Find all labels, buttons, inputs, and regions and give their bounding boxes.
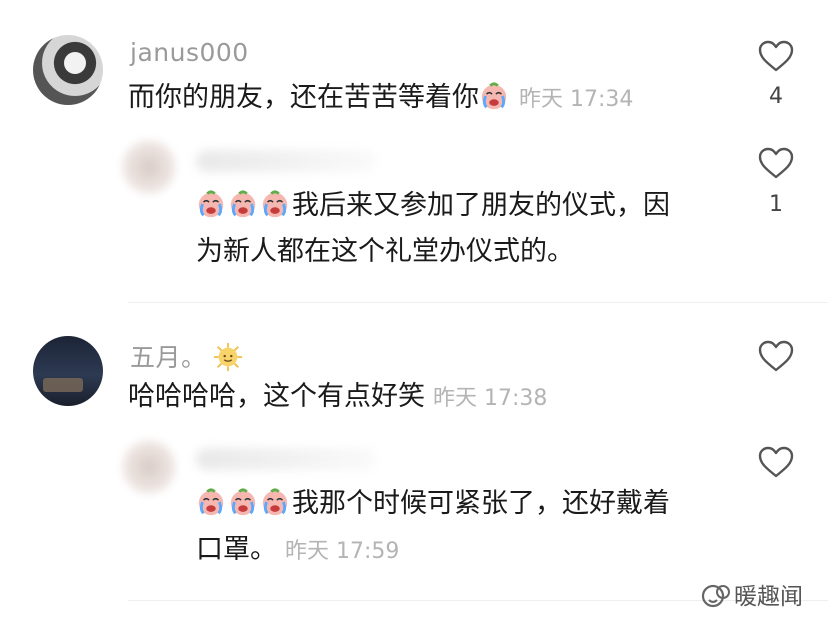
reply-avatar[interactable] [122, 440, 176, 494]
avatar-janus000[interactable] [33, 35, 103, 105]
comment-time: 昨天 17:34 [519, 87, 634, 112]
like-count: 1 [769, 192, 783, 217]
reply-text-line1: 我后来又参加了朋友的仪式，因 [292, 190, 670, 221]
avatar-wuyue[interactable] [33, 336, 103, 406]
crying-face-icon [198, 488, 224, 516]
sun-emoji-icon [213, 342, 242, 372]
reply-text-line2: 为新人都在这个礼堂办仪式的。 [196, 236, 574, 267]
comment-time: 昨天 17:38 [433, 386, 548, 411]
crying-face-icon [230, 190, 256, 218]
reply-text: 我那个时候可紧张了，还好戴着 [196, 480, 670, 528]
reply-text-line1: 我那个时候可紧张了，还好戴着 [292, 488, 670, 519]
crying-face-icon [262, 488, 288, 516]
comment-text: 而你的朋友，还在苦苦等着你 昨天 17:34 [128, 74, 633, 124]
reply-text: 我后来又参加了朋友的仪式，因 [196, 182, 670, 230]
reply-text-line2-row: 口罩。 昨天 17:59 [196, 526, 399, 576]
comment-username[interactable]: janus000 [130, 38, 249, 67]
reply-username-blurred [196, 448, 376, 470]
crying-face-icon [198, 190, 224, 218]
divider [128, 302, 828, 303]
reply-text-line2: 口罩。 [196, 534, 277, 565]
wechat-official-account-icon [701, 584, 730, 608]
reply-time: 昨天 17:59 [285, 539, 400, 564]
heart-icon[interactable] [758, 147, 794, 179]
heart-icon[interactable] [758, 40, 794, 72]
comment-body: 哈哈哈哈，这个有点好笑 [128, 381, 425, 412]
crying-face-icon [230, 488, 256, 516]
reply-username-blurred [196, 150, 376, 172]
heart-icon[interactable] [758, 340, 794, 372]
crying-face-icon [481, 82, 507, 110]
heart-icon[interactable] [758, 446, 794, 478]
crying-face-icon [262, 190, 288, 218]
like-count: 4 [769, 84, 783, 109]
comment-text: 哈哈哈哈，这个有点好笑 昨天 17:38 [128, 373, 547, 423]
watermark-text: 暖趣闻 [734, 584, 803, 610]
username-text: 五月。 [130, 343, 207, 372]
comment-body: 而你的朋友，还在苦苦等着你 [128, 82, 479, 113]
reply-avatar[interactable] [122, 140, 176, 194]
watermark: 暖趣闻 [700, 577, 803, 611]
comment-username[interactable]: 五月。 [130, 338, 243, 374]
